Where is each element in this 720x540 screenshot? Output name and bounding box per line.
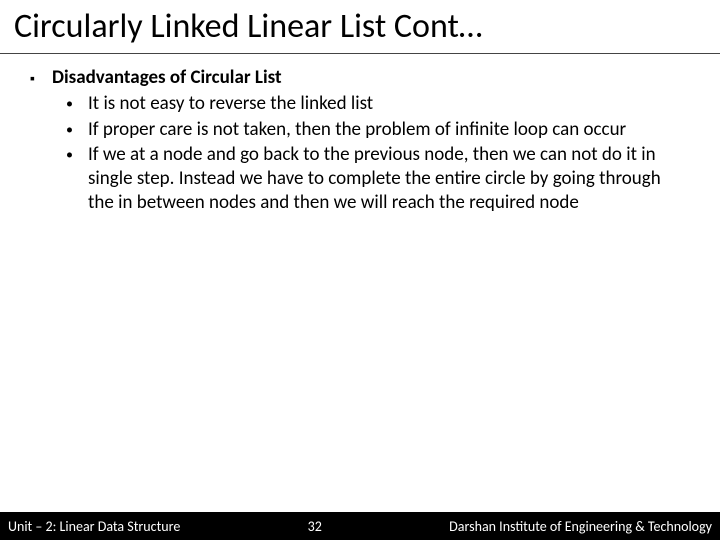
dot-bullet-icon: • [66,143,88,214]
bullet-l2-text: If we at a node and go back to the previ… [88,143,690,214]
dot-bullet-icon: • [66,92,88,116]
slide-title: Circularly Linked Linear List Cont… [0,0,720,54]
footer-left: Unit – 2: Linear Data Structure [8,518,180,535]
bullet-l2: • If we at a node and go back to the pre… [30,143,690,214]
bullet-l2: • If proper care is not taken, then the … [30,118,690,142]
square-bullet-icon: ▪ [30,66,52,90]
bullet-l2-text: It is not easy to reverse the linked lis… [88,92,373,116]
dot-bullet-icon: • [66,118,88,142]
slide-content: ▪ Disadvantages of Circular List • It is… [0,54,720,540]
slide-footer: Unit – 2: Linear Data Structure 32 Darsh… [0,512,720,540]
bullet-l2: • It is not easy to reverse the linked l… [30,92,690,116]
bullet-l1-text: Disadvantages of Circular List [52,66,282,90]
bullet-l1: ▪ Disadvantages of Circular List [30,66,690,90]
footer-right: Darshan Institute of Engineering & Techn… [449,518,712,535]
page-number: 32 [301,518,329,535]
footer-center: 32 [180,518,449,535]
bullet-l2-text: If proper care is not taken, then the pr… [88,118,626,142]
